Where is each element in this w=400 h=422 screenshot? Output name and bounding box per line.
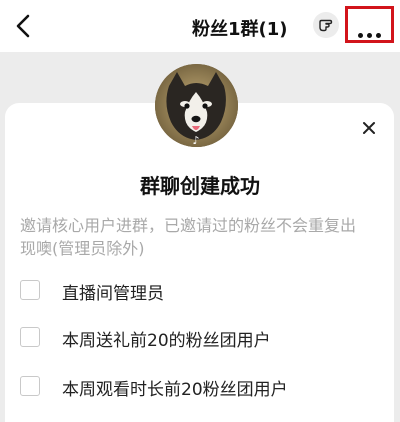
more-dots-icon: [358, 23, 385, 42]
back-button[interactable]: [8, 10, 40, 42]
gesture-button[interactable]: [313, 12, 339, 38]
group-title: 粉丝1群(1): [192, 19, 288, 40]
option-top-gifters[interactable]: 本周送礼前20的粉丝团用户: [20, 323, 380, 355]
close-button[interactable]: [358, 117, 380, 139]
invite-description: 邀请核心用户进群，已邀请过的粉丝不会重复出现噢(管理员除外): [20, 216, 357, 258]
screen: 粉丝1群(1) ♪ 群聊创建成功 邀请核心用户进群，已邀请过的粉丝不会重复出现噢…: [0, 0, 400, 422]
close-icon: [363, 122, 375, 134]
option-top-watchers[interactable]: 本周观看时长前20粉丝团用户: [20, 372, 380, 404]
checkbox[interactable]: [20, 280, 40, 300]
dog-avatar-image: ♪: [155, 64, 238, 147]
option-label: 本周观看时长前20粉丝团用户: [62, 380, 288, 400]
dialog-title: 群聊创建成功: [140, 174, 260, 198]
group-avatar: ♪: [155, 64, 238, 147]
option-label: 直播间管理员: [62, 284, 164, 304]
hand-pointer-icon: [319, 19, 333, 32]
option-label: 本周送礼前20的粉丝团用户: [62, 331, 271, 351]
top-bar: 粉丝1群(1): [0, 0, 400, 52]
more-button[interactable]: [345, 6, 394, 43]
checkbox[interactable]: [20, 376, 40, 396]
chevron-left-icon: [16, 14, 30, 38]
option-live-admin[interactable]: 直播间管理员: [20, 276, 380, 308]
checkbox[interactable]: [20, 327, 40, 347]
svg-text:♪: ♪: [192, 134, 199, 147]
